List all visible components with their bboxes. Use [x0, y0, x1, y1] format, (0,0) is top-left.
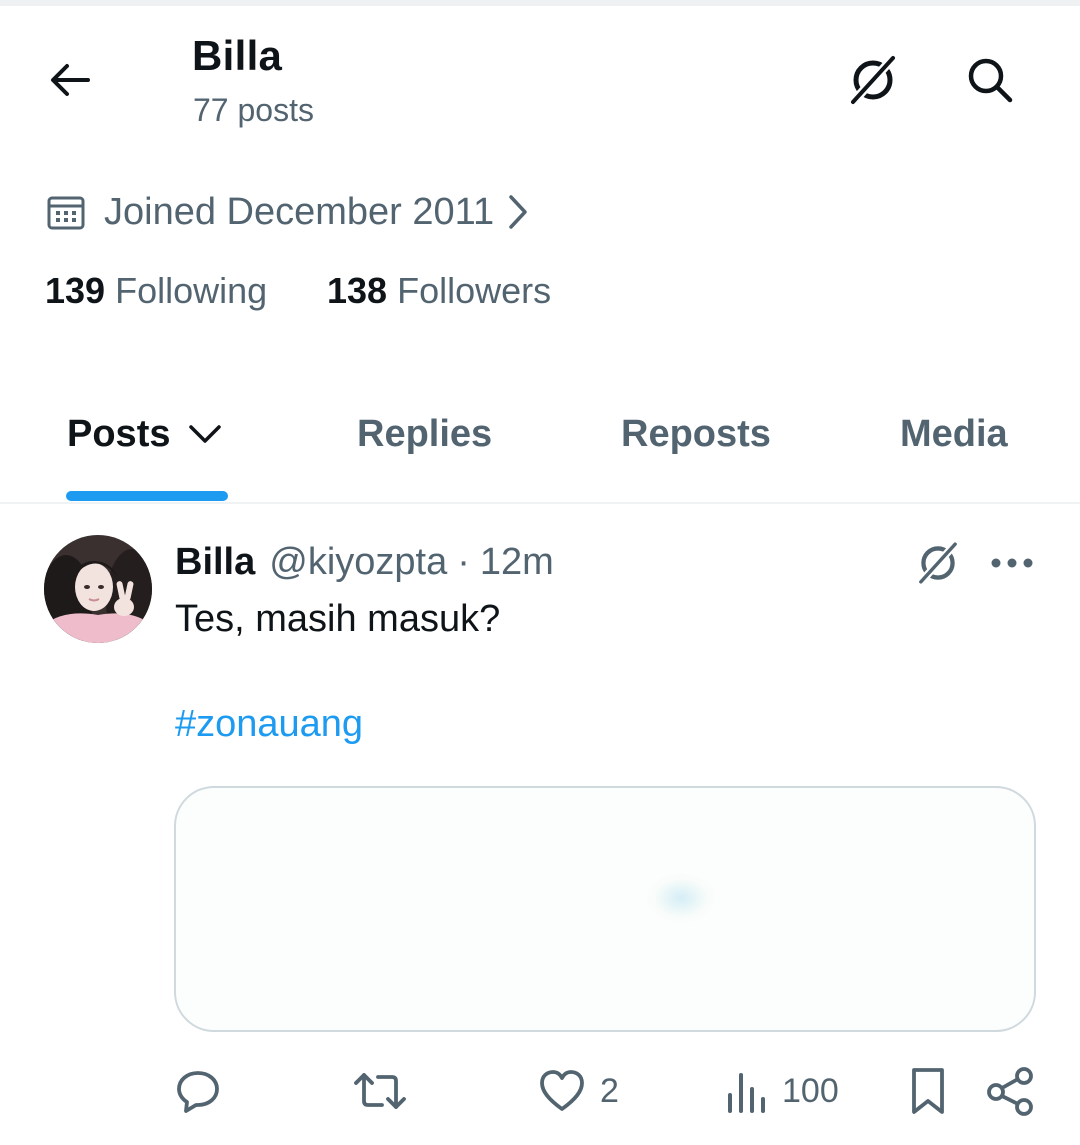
- followers-label: Followers: [397, 270, 552, 311]
- like-button[interactable]: 2: [538, 1063, 619, 1119]
- followers-link[interactable]: 138 Followers: [327, 270, 551, 312]
- bookmark-icon: [912, 1068, 944, 1114]
- divider: [0, 502, 1080, 504]
- tab-media[interactable]: Media: [900, 406, 1008, 462]
- heart-icon: [540, 1070, 584, 1111]
- profile-page: Billa 77 posts Joined December 2011 139 …: [0, 0, 1080, 1145]
- tab-replies[interactable]: Replies: [357, 406, 492, 462]
- grok-icon: [918, 541, 958, 585]
- post-header: Billa @kiyozpta · 12m: [175, 538, 554, 586]
- post-text: Tes, masih masuk?: [175, 598, 501, 640]
- post-grok-button[interactable]: [908, 535, 968, 591]
- following-count: 139: [45, 270, 106, 311]
- page-title: Billa: [192, 32, 283, 79]
- avatar[interactable]: [44, 535, 152, 643]
- tab-posts-label: Posts: [67, 412, 171, 455]
- views-button[interactable]: 100: [724, 1063, 839, 1119]
- view-count: 100: [782, 1071, 839, 1110]
- share-icon: [987, 1067, 1033, 1116]
- views-icon: [728, 1073, 765, 1113]
- active-tab-indicator: [66, 491, 228, 501]
- more-options-button[interactable]: [982, 535, 1042, 591]
- search-icon: [968, 58, 1013, 103]
- joined-label: Joined December 2011: [104, 190, 495, 233]
- media-placeholder: [646, 873, 716, 923]
- share-button[interactable]: [984, 1063, 1036, 1119]
- followers-count: 138: [327, 270, 388, 311]
- like-count: 2: [600, 1071, 619, 1110]
- author-handle[interactable]: @kiyozpta: [269, 541, 447, 584]
- post-count: 77 posts: [193, 92, 314, 128]
- post-timestamp[interactable]: 12m: [480, 541, 554, 584]
- tab-posts[interactable]: Posts: [67, 406, 222, 462]
- chevron-right-icon: [506, 193, 530, 231]
- tab-reposts[interactable]: Reposts: [621, 406, 771, 462]
- grok-icon: [849, 54, 897, 106]
- chevron-down-icon: [188, 423, 222, 445]
- status-strip: [0, 0, 1080, 6]
- joined-date[interactable]: Joined December 2011: [46, 186, 530, 238]
- bookmark-button[interactable]: [906, 1063, 950, 1119]
- repost-icon: [354, 1073, 406, 1109]
- media-card[interactable]: [174, 786, 1036, 1032]
- calendar-icon: [47, 196, 85, 230]
- separator-dot: ·: [457, 540, 470, 583]
- grok-button[interactable]: [838, 50, 908, 110]
- following-link[interactable]: 139 Following: [45, 270, 267, 312]
- search-button[interactable]: [955, 50, 1025, 110]
- reply-button[interactable]: [174, 1063, 236, 1119]
- following-label: Following: [115, 270, 268, 311]
- author-name[interactable]: Billa: [175, 541, 255, 584]
- hashtag-link[interactable]: #zonauang: [175, 703, 363, 746]
- reply-icon: [177, 1071, 219, 1113]
- more-icon: [991, 558, 1033, 568]
- arrow-left-icon: [51, 64, 90, 96]
- back-button[interactable]: [40, 52, 100, 108]
- repost-button[interactable]: [352, 1063, 422, 1119]
